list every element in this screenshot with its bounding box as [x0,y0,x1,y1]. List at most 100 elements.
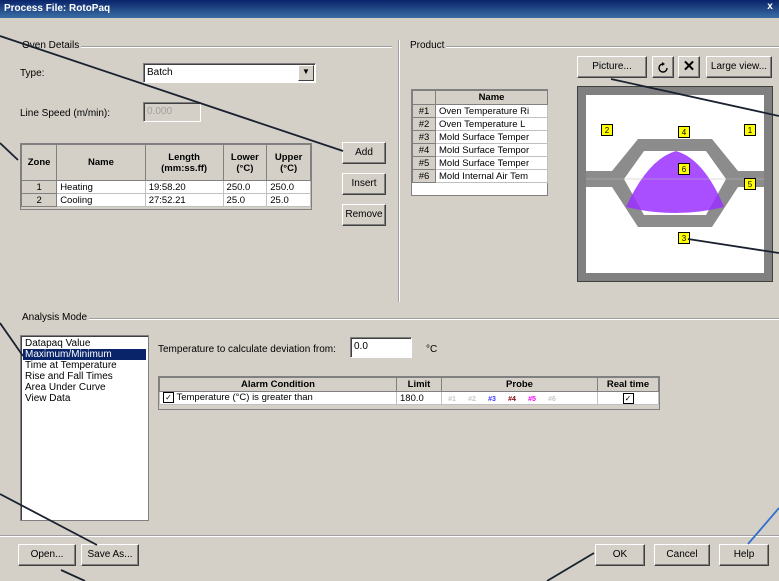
col-length[interactable]: Length (mm:ss.ff) [144,144,224,181]
table-row[interactable]: #1 Oven Temperature Ri [412,104,548,118]
window-title: Process File: RotoPaq [4,3,111,14]
marker-3[interactable]: 3 [678,232,690,244]
marker-4[interactable]: 4 [678,126,690,138]
zone-length[interactable]: 27:52.21 [144,193,224,207]
zone-number: 1 [20,180,58,194]
rotate-icon [658,62,668,73]
deviation-input[interactable]: 0.0 [350,337,412,358]
list-item[interactable]: View Data [23,393,146,404]
line-speed-label: Line Speed (m/min): [20,108,111,119]
list-item[interactable]: Time at Temperature [23,360,146,371]
zone-upper[interactable]: 25.0 [266,193,311,207]
table-row[interactable]: #5 Mold Surface Temper [412,156,548,170]
col-limit[interactable]: Limit [396,377,442,392]
picture-button[interactable]: Picture... [577,56,647,78]
cancel-button[interactable]: Cancel [654,544,710,566]
col-alarm-condition[interactable]: Alarm Condition [159,377,397,392]
probe-selector[interactable]: #1 #2 #3 #4 #5 #6 [441,391,598,405]
col-probe-name[interactable]: Name [435,90,548,105]
realtime-checkbox[interactable]: ✓ [622,392,634,404]
title-bar: Process File: RotoPaq x [0,0,779,18]
probe-name[interactable]: Oven Temperature Ri [435,104,548,118]
rotate-button[interactable] [652,56,674,78]
chevron-down-icon[interactable]: ▼ [298,65,314,81]
footer-divider [0,535,779,536]
alarm-panel[interactable]: Alarm Condition Limit Probe Real time ✓ … [158,376,660,410]
product-label: Product [408,40,447,51]
list-item[interactable]: Rise and Fall Times [23,371,146,382]
zone-length[interactable]: 19:58.20 [144,180,224,194]
deviation-unit: °C [426,344,438,355]
vertical-separator [398,40,400,302]
table-row[interactable]: #2 Oven Temperature L [412,117,548,131]
probe-name[interactable]: Mold Surface Tempor [435,143,548,157]
line-speed-field: 0.000 [143,102,201,122]
zone-table: Zone Name Length (mm:ss.ff) Lower (°C) U… [20,144,311,207]
alarm-table: Alarm Condition Limit Probe Real time ✓ … [159,377,659,405]
col-upper[interactable]: Upper (°C) [266,144,311,181]
zone-name[interactable]: Cooling [56,193,146,207]
remove-button[interactable]: Remove [342,204,386,226]
list-item[interactable]: Maximum/Minimum [23,349,146,360]
product-list-panel[interactable]: Name #1 Oven Temperature Ri #2 Oven Temper… [411,89,548,196]
analysis-divider [20,318,779,319]
marker-1[interactable]: 1 [744,124,756,136]
alarm-condition-cell[interactable]: ✓ Temperature (°C) is greater than [159,391,397,405]
alarm-limit-cell[interactable]: 180.0 [396,391,442,405]
probe-name[interactable]: Oven Temperature L [435,117,548,131]
add-button[interactable]: Add [342,142,386,164]
probe-name[interactable]: Mold Surface Temper [435,130,548,144]
insert-button[interactable]: Insert [342,173,386,195]
probe-name-table: Name #1 Oven Temperature Ri #2 Oven Temper… [412,90,548,183]
probe-toggle-6[interactable]: #6 [542,396,562,403]
type-combobox[interactable]: Batch ▼ [143,63,316,83]
analysis-mode-listbox[interactable]: Datapaq Value Maximum/Minimum Time at Te… [20,335,149,521]
zone-upper[interactable]: 250.0 [266,180,311,194]
close-icon: ✕ [682,58,696,75]
marker-5[interactable]: 5 [744,178,756,190]
help-button[interactable]: Help [719,544,769,566]
table-row[interactable]: 2 Cooling 27:52.21 25.0 25.0 [20,193,311,207]
large-view-button[interactable]: Large view... [706,56,772,78]
col-name[interactable]: Name [56,144,146,181]
zone-lower[interactable]: 250.0 [222,180,268,194]
deviation-label: Temperature to calculate deviation from: [158,344,336,355]
table-row[interactable]: ✓ Temperature (°C) is greater than 180.0… [159,391,659,405]
probe-name[interactable]: Mold Surface Temper [435,156,548,170]
marker-6[interactable]: 6 [678,163,690,175]
col-realtime[interactable]: Real time [597,377,659,392]
probe-toggle-4[interactable]: #4 [502,396,522,403]
col-probe[interactable]: Probe [441,377,598,392]
zone-lower[interactable]: 25.0 [222,193,268,207]
col-zone[interactable]: Zone [20,144,58,181]
zone-name[interactable]: Heating [56,180,146,194]
probe-number: #5 [412,156,436,170]
probe-name[interactable]: Mold Internal Air Tem [435,169,548,183]
probe-toggle-5[interactable]: #5 [522,396,542,403]
open-button[interactable]: Open... [18,544,76,566]
save-as-button[interactable]: Save As... [81,544,139,566]
probe-toggle-2[interactable]: #2 [462,396,482,403]
analysis-label: Analysis Mode [20,312,90,323]
ok-button[interactable]: OK [595,544,645,566]
type-value: Batch [147,67,173,78]
probe-number: #1 [412,104,436,118]
marker-2[interactable]: 2 [601,124,613,136]
clear-picture-button[interactable]: ✕ [678,56,700,78]
close-icon[interactable]: x [763,1,777,15]
alarm-enabled-checkbox[interactable]: ✓ [163,392,174,404]
probe-toggle-1[interactable]: #1 [443,396,463,403]
col-lower[interactable]: Lower (°C) [222,144,268,181]
probe-toggle-3[interactable]: #3 [482,396,502,403]
table-row[interactable]: #3 Mold Surface Temper [412,130,548,144]
table-row[interactable]: #6 Mold Internal Air Tem [412,169,548,183]
product-picture [586,95,764,273]
list-item[interactable]: Datapaq Value [23,338,146,349]
table-row[interactable]: 1 Heating 19:58.20 250.0 250.0 [20,180,311,194]
table-row[interactable]: #4 Mold Surface Tempor [412,143,548,157]
zone-table-panel[interactable]: Zone Name Length (mm:ss.ff) Lower (°C) U… [20,143,312,210]
realtime-cell[interactable]: ✓ [597,391,659,405]
product-divider [408,46,779,47]
list-item[interactable]: Area Under Curve [23,382,146,393]
probe-number: #2 [412,117,436,131]
